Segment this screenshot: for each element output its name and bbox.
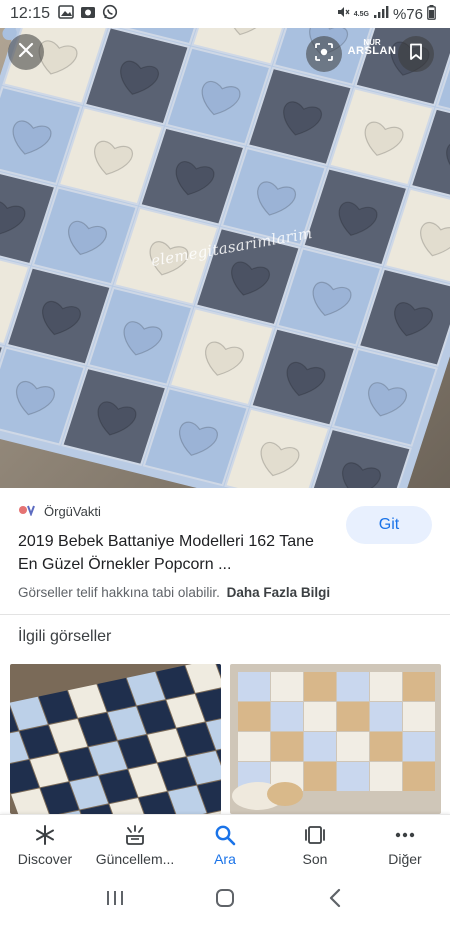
updates-icon xyxy=(123,823,147,847)
source-row[interactable]: ÖrgüVakti xyxy=(18,504,101,519)
recent-apps-button[interactable] xyxy=(95,881,135,921)
battery-icon xyxy=(427,4,436,24)
close-button[interactable] xyxy=(8,34,44,70)
divider xyxy=(0,614,450,615)
nav-updates-label: Güncellem... xyxy=(95,851,175,867)
photo-icon xyxy=(80,5,96,23)
related-image-2[interactable] xyxy=(230,664,441,814)
related-image-1-art xyxy=(10,664,221,814)
back-icon xyxy=(328,888,342,913)
save-button[interactable] xyxy=(398,36,434,72)
recent-apps-icon xyxy=(105,889,125,912)
copyright-notice: Görseller telif hakkına tabi olabilir. D… xyxy=(18,585,330,600)
signal-icon xyxy=(373,5,389,23)
brand-logo: NUR ARSLAN xyxy=(342,38,402,74)
nav-discover-label: Discover xyxy=(17,851,73,867)
system-nav xyxy=(0,876,450,925)
home-icon xyxy=(215,888,235,913)
nav-more-label: Diğer xyxy=(388,851,422,867)
nav-updates[interactable]: Güncellem... xyxy=(90,815,180,876)
more-icon xyxy=(393,823,417,847)
bottom-nav: Discover Güncellem... Ara Son Diğer xyxy=(0,814,450,876)
home-button[interactable] xyxy=(205,881,245,921)
status-time: 12:15 xyxy=(10,5,51,22)
lens-button[interactable] xyxy=(306,36,342,72)
asterisk-icon xyxy=(33,823,57,847)
brand-bottom: ARSLAN xyxy=(347,45,397,57)
network-type: 4.5G xyxy=(353,10,369,18)
back-button[interactable] xyxy=(315,881,355,921)
mute-icon xyxy=(336,5,350,23)
related-image-2-art xyxy=(230,664,441,814)
source-name: ÖrgüVakti xyxy=(44,504,101,519)
visit-button[interactable]: Git xyxy=(346,506,432,544)
lens-icon xyxy=(314,42,334,67)
gallery-icon xyxy=(58,5,74,23)
hero-image[interactable]: elemegitasarimlarim NUR ARSLAN xyxy=(0,28,450,488)
search-icon xyxy=(213,823,237,847)
status-bar: 12:15 4.5G %76 xyxy=(0,0,450,28)
related-image-1[interactable] xyxy=(10,664,221,814)
site-favicon-icon xyxy=(18,504,38,519)
nav-search-label: Ara xyxy=(214,851,236,867)
battery-percent: %76 xyxy=(392,5,423,23)
copyright-text: Görseller telif hakkına tabi olabilir. xyxy=(18,585,220,600)
nav-recent-label: Son xyxy=(302,851,328,867)
related-heading: İlgili görseller xyxy=(18,628,112,645)
status-right: 4.5G %76 xyxy=(336,4,436,24)
result-title[interactable]: 2019 Bebek Battaniye Modelleri 162 Tane … xyxy=(18,530,328,576)
nav-search[interactable]: Ara xyxy=(180,815,270,876)
nav-recent[interactable]: Son xyxy=(270,815,360,876)
close-icon xyxy=(18,42,34,63)
result-info: ÖrgüVakti Git 2019 Bebek Battaniye Model… xyxy=(0,488,450,614)
bookmark-icon xyxy=(409,43,423,66)
recent-icon xyxy=(303,823,327,847)
nav-discover[interactable]: Discover xyxy=(0,815,90,876)
blanket-photo xyxy=(0,28,450,488)
nav-more[interactable]: Diğer xyxy=(360,815,450,876)
more-info-link[interactable]: Daha Fazla Bilgi xyxy=(227,585,331,600)
whatsapp-icon xyxy=(102,4,118,24)
